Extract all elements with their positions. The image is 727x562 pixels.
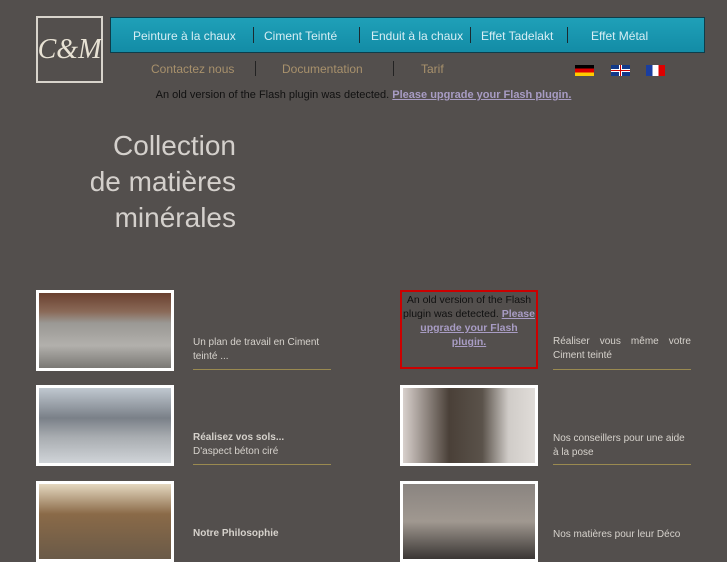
flash-upgrade-link[interactable]: Please upgrade your Flash plugin. — [392, 89, 571, 101]
flash-notice: An old version of the Flash plugin was d… — [0, 89, 727, 101]
caption-plan-travail[interactable]: Un plan de travail en Ciment teinté ... — [193, 336, 331, 364]
thumb-plan-travail[interactable] — [36, 290, 174, 371]
title-line: Collection — [113, 130, 236, 161]
thumb-conseillers[interactable] — [400, 385, 538, 466]
thumb-sols[interactable] — [36, 385, 174, 466]
subnav-documentation[interactable]: Documentation — [282, 62, 363, 76]
caption-conseillers[interactable]: Nos conseillers pour une aide à la pose — [553, 432, 691, 460]
title-line: de matières — [89, 166, 236, 197]
flag-fr-icon[interactable] — [646, 65, 665, 76]
flag-de-icon[interactable] — [575, 65, 594, 76]
flag-uk-icon[interactable] — [611, 65, 630, 76]
caption-philosophie[interactable]: Notre Philosophie — [193, 527, 331, 541]
divider — [359, 27, 360, 43]
divider — [553, 369, 691, 370]
divider — [193, 464, 331, 465]
divider — [553, 464, 691, 465]
divider — [393, 61, 394, 76]
divider — [253, 27, 254, 43]
divider — [255, 61, 256, 76]
nav-metal[interactable]: Effet Métal — [591, 29, 648, 43]
subnav-contact[interactable]: Contactez nous — [151, 62, 234, 76]
thumb-deco[interactable] — [400, 481, 538, 562]
caption-realiser[interactable]: Réaliser vous même votre Ciment teinté — [553, 335, 691, 363]
flash-placeholder: An old version of the Flash plugin was d… — [400, 290, 538, 369]
nav-enduit[interactable]: Enduit à la chaux — [371, 29, 463, 43]
logo[interactable]: C&M — [36, 16, 103, 83]
divider — [567, 27, 568, 43]
title-line: minérales — [114, 202, 236, 233]
caption-bold: Réalisez vos sols... — [193, 432, 285, 443]
caption-deco[interactable]: Nos matières pour leur Déco — [553, 528, 691, 542]
caption-sols[interactable]: Réalisez vos sols... D'aspect béton ciré — [193, 431, 331, 459]
divider — [470, 27, 471, 43]
nav-tadelakt[interactable]: Effet Tadelakt — [481, 29, 553, 43]
main-nav: Peinture à la chaux Ciment Teinté Enduit… — [110, 17, 705, 53]
page-title: Collection de matières minérales — [90, 128, 236, 236]
subnav-tarif[interactable]: Tarif — [421, 62, 444, 76]
divider — [193, 369, 331, 370]
thumb-philosophie[interactable] — [36, 481, 174, 562]
flash-text: An old version of the Flash plugin was d… — [155, 89, 390, 101]
caption-text: D'aspect béton ciré — [193, 446, 279, 457]
nav-peinture[interactable]: Peinture à la chaux — [133, 29, 236, 43]
nav-ciment[interactable]: Ciment Teinté — [264, 29, 337, 43]
